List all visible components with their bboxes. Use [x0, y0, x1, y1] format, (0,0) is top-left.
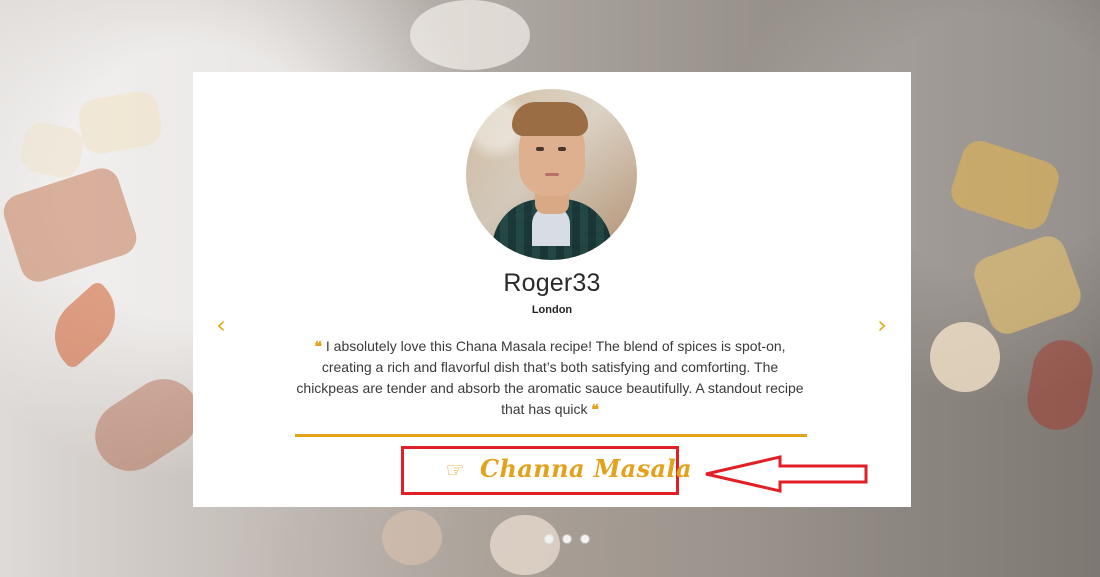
background-food-decoration	[382, 510, 442, 565]
avatar-eye	[536, 147, 544, 151]
carousel-dot[interactable]	[563, 535, 571, 543]
background-food-decoration	[75, 88, 165, 157]
background-food-decoration	[930, 322, 1000, 392]
quote-close-icon: ❝	[591, 401, 599, 417]
callout-arrow-shape	[705, 455, 868, 493]
carousel-pagination	[545, 535, 590, 545]
quote-open-icon: ❝	[314, 338, 322, 354]
background-food-decoration	[946, 136, 1064, 234]
review-text: I absolutely love this Chana Masala reci…	[296, 338, 804, 417]
carousel-dot[interactable]	[581, 535, 589, 543]
background-food-decoration	[969, 231, 1086, 339]
recipe-link[interactable]: Channa Masala	[480, 454, 692, 483]
testimonial-card: Roger33 London ‹ › ❝ I absolutely love t…	[193, 72, 911, 507]
avatar-hair	[512, 102, 588, 136]
callout-arrow	[705, 455, 868, 493]
background-food-decoration	[17, 119, 87, 181]
reviewer-name: Roger33	[503, 269, 601, 297]
background-food-decoration	[38, 279, 132, 371]
avatar-mouth	[545, 173, 559, 176]
testimonial-page: Roger33 London ‹ › ❝ I absolutely love t…	[0, 0, 1100, 577]
background-food-decoration	[410, 0, 530, 70]
avatar-eye	[558, 147, 566, 151]
background-food-decoration	[1022, 335, 1098, 435]
background-food-decoration	[0, 163, 141, 287]
carousel-dot[interactable]	[545, 535, 553, 543]
next-slide-button[interactable]: ›	[870, 313, 894, 337]
hand-pointing-icon: ☞	[445, 458, 465, 482]
review-divider	[295, 434, 807, 437]
avatar	[466, 89, 637, 260]
reviewer-location: London	[531, 304, 573, 316]
review-text-block: ❝ I absolutely love this Chana Masala re…	[295, 336, 805, 420]
previous-slide-button[interactable]: ‹	[209, 313, 233, 337]
background-food-decoration	[490, 515, 560, 575]
